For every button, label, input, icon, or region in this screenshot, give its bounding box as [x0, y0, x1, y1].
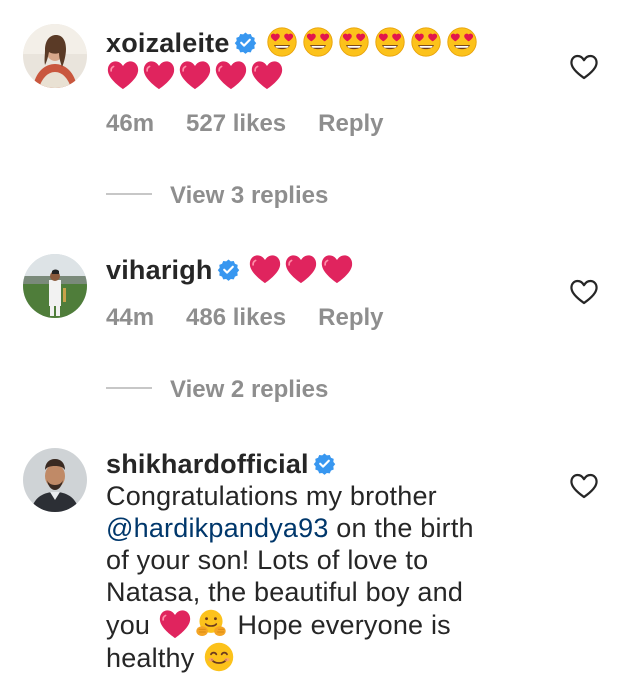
red-heart-emoji-icon [214, 59, 248, 91]
heart-eyes-emoji-icon [445, 26, 479, 58]
red-heart-emoji-icon [248, 253, 282, 285]
red-heart-emoji-icon [142, 59, 176, 91]
avatar[interactable] [23, 24, 87, 88]
like-heart-icon[interactable] [570, 54, 598, 80]
timestamp: 44m [106, 304, 155, 331]
comment-text-line: of your son! Lots of love to [106, 545, 429, 575]
username[interactable]: shikhardofficial [106, 449, 309, 479]
heart-eyes-emoji-icon [373, 26, 407, 58]
mention-link[interactable]: @hardikpandya93 [106, 513, 329, 543]
avatar[interactable] [23, 254, 87, 318]
likes-count[interactable]: 486 likes [186, 304, 286, 331]
red-heart-emoji-icon [250, 59, 284, 91]
heart-eyes-emoji-icon [409, 26, 443, 58]
comment-body: xoizaleite [106, 26, 546, 92]
red-heart-emoji-icon [320, 253, 354, 285]
verified-badge-icon [234, 31, 257, 54]
red-heart-emoji-icon [158, 608, 192, 640]
username[interactable]: viharigh [106, 255, 213, 285]
heart-eyes-emoji-icon [265, 26, 299, 58]
comment-text-line: Congratulations my brother [106, 481, 437, 511]
replies-divider [106, 387, 152, 389]
view-replies-label[interactable]: View 2 replies [170, 376, 328, 403]
comment-text-line: you [106, 610, 151, 640]
view-replies-button[interactable]: View 3 replies [106, 182, 328, 210]
reply-button[interactable]: Reply [318, 304, 383, 331]
comment-text-line: Hope everyone is [237, 610, 451, 640]
view-replies-button[interactable]: View 2 replies [106, 376, 328, 404]
verified-badge-icon [313, 452, 336, 475]
verified-badge-icon [217, 258, 240, 281]
timestamp: 46m [106, 110, 155, 137]
likes-count[interactable]: 527 likes [186, 110, 286, 137]
comment-meta: 44m 486 likes Reply [106, 304, 416, 332]
like-heart-icon[interactable] [570, 473, 598, 499]
red-heart-emoji-icon [106, 59, 140, 91]
comment-body: shikhardofficial Congratulations my brot… [106, 448, 566, 674]
replies-divider [106, 193, 152, 195]
heart-eyes-emoji-icon [337, 26, 371, 58]
heart-eyes-emoji-icon [301, 26, 335, 58]
red-heart-emoji-icon [284, 253, 318, 285]
comment-text-line: Natasa, the beautiful boy and [106, 577, 464, 607]
comment-body: viharigh [106, 253, 546, 286]
view-replies-label[interactable]: View 3 replies [170, 182, 328, 209]
comment-meta: 46m 527 likes Reply [106, 110, 416, 138]
red-heart-emoji-icon [178, 59, 212, 91]
comment-text-line: on the birth [328, 513, 474, 543]
hugging-face-emoji-icon [194, 608, 228, 640]
smiling-face-emoji-icon [202, 641, 236, 673]
like-heart-icon[interactable] [570, 279, 598, 305]
avatar[interactable] [23, 448, 87, 512]
reply-button[interactable]: Reply [318, 110, 383, 137]
comment-text-line: healthy [106, 643, 195, 673]
username[interactable]: xoizaleite [106, 28, 230, 58]
